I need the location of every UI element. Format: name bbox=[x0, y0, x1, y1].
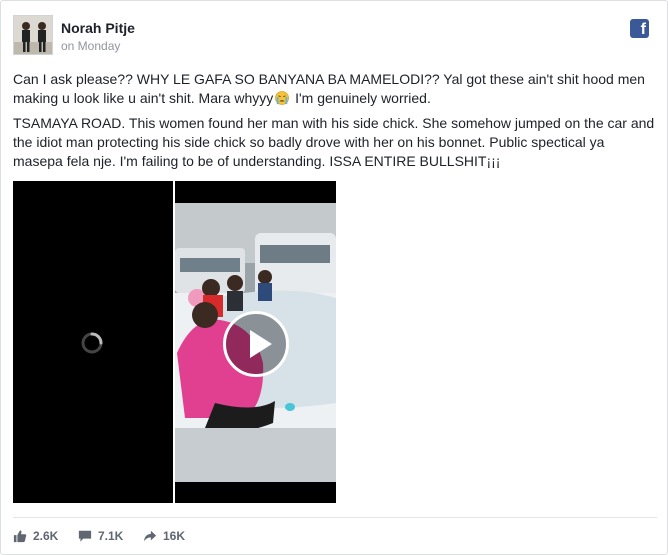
avatar-image bbox=[14, 16, 52, 54]
facebook-logo-icon[interactable]: f bbox=[630, 19, 649, 38]
author-name[interactable]: Norah Pitje bbox=[61, 20, 135, 36]
footer-divider bbox=[13, 517, 657, 518]
post-paragraph-1-tail: I'm genuinely worried. bbox=[291, 90, 431, 106]
post-text: Can I ask please?? WHY LE GAFA SO BANYAN… bbox=[13, 70, 657, 177]
shares-count-text: 16K bbox=[163, 529, 186, 543]
likes-count-text: 2.6K bbox=[33, 529, 59, 543]
speech-bubble-icon bbox=[78, 530, 92, 542]
play-button[interactable] bbox=[223, 311, 289, 377]
video-thumbnail[interactable] bbox=[175, 181, 336, 503]
shares-count[interactable]: 16K bbox=[143, 529, 185, 543]
post-card: Norah Pitje on Monday f Can I ask please… bbox=[0, 0, 668, 555]
comments-count-text: 7.1K bbox=[98, 529, 124, 543]
post-paragraph-1: Can I ask please?? WHY LE GAFA SO BANYAN… bbox=[13, 70, 657, 108]
thumbs-up-icon bbox=[13, 530, 27, 543]
post-paragraph-2: TSAMAYA ROAD. This women found her man w… bbox=[13, 115, 655, 169]
post-timestamp[interactable]: on Monday bbox=[61, 39, 120, 53]
loading-spinner-icon bbox=[81, 332, 103, 354]
likes-count[interactable]: 2.6K bbox=[13, 529, 58, 543]
avatar[interactable] bbox=[13, 15, 53, 55]
share-arrow-icon bbox=[143, 530, 157, 542]
play-icon bbox=[250, 330, 272, 358]
video-loading-panel[interactable] bbox=[13, 181, 173, 503]
comments-count[interactable]: 7.1K bbox=[78, 529, 123, 543]
crying-face-icon bbox=[275, 91, 290, 105]
